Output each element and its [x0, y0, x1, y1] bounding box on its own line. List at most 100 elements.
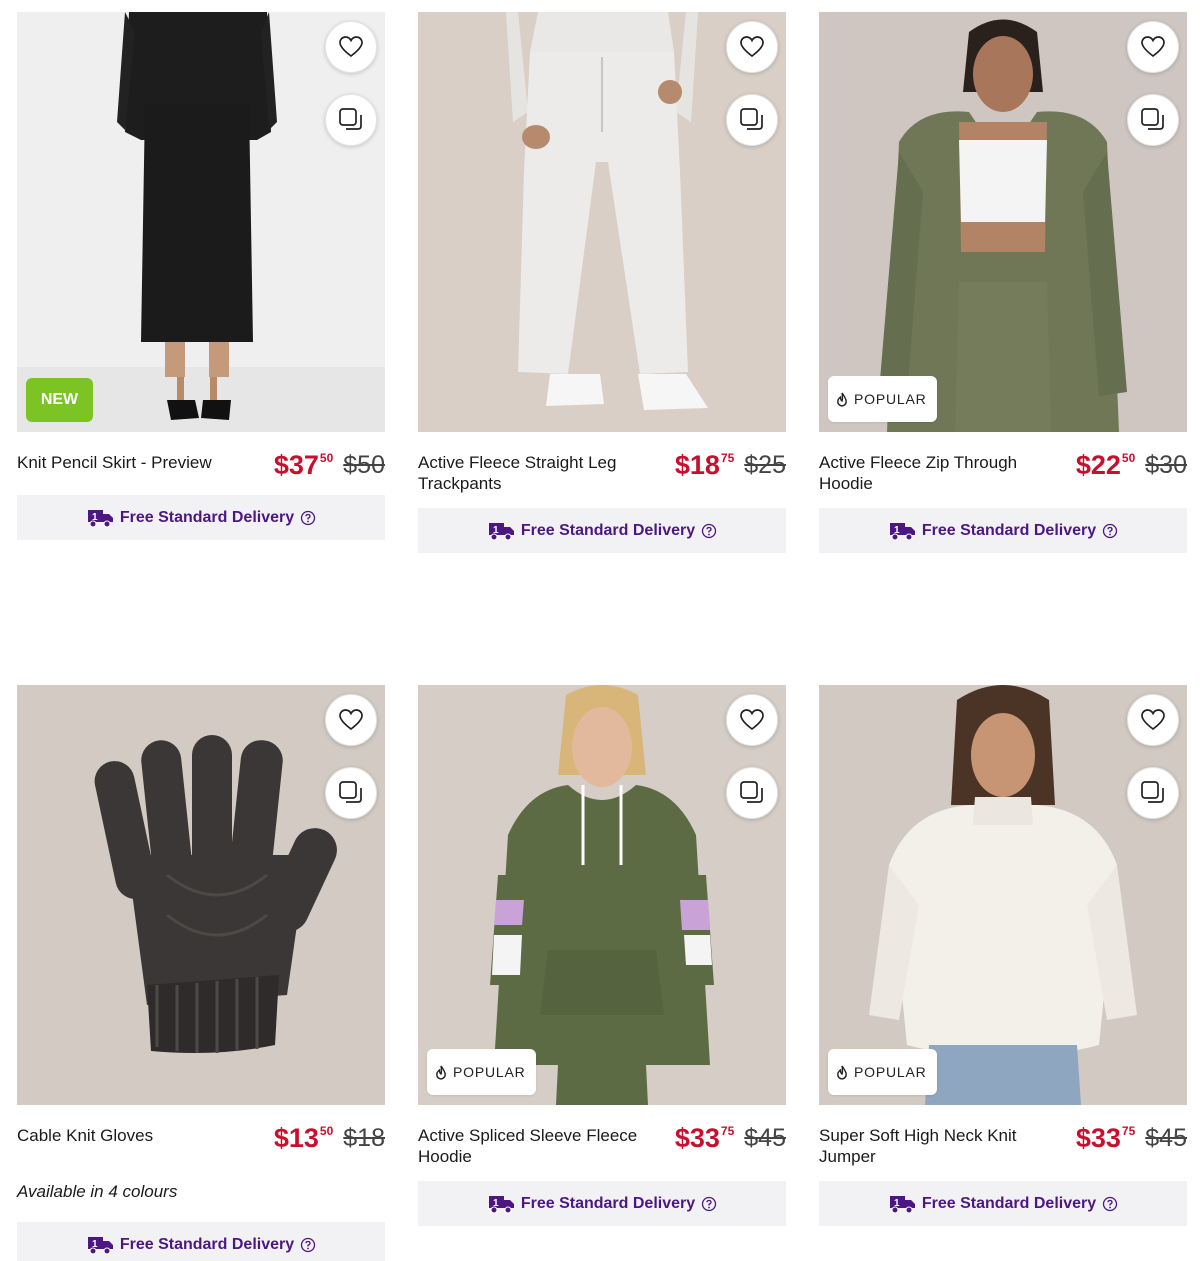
- original-price: $18: [343, 1124, 385, 1152]
- product-photo-jumper: [819, 685, 1187, 1105]
- price-block: $33 75 $45: [675, 1121, 786, 1155]
- delivery-label: Free Standard Delivery: [119, 508, 295, 526]
- product-title[interactable]: Cable Knit Gloves: [17, 1125, 242, 1146]
- question-icon[interactable]: [300, 510, 316, 526]
- popular-badge: POPULAR: [828, 376, 937, 422]
- wishlist-button[interactable]: [726, 694, 778, 746]
- product-image[interactable]: [17, 685, 385, 1105]
- svg-text:1: 1: [92, 1239, 98, 1250]
- product-card[interactable]: POPULAR Active Fleece Zip Through Hoodie…: [819, 12, 1187, 553]
- price-block: $37 50 $50: [274, 448, 385, 482]
- question-icon[interactable]: [1102, 1196, 1118, 1212]
- sale-price-cents: 75: [720, 1124, 735, 1138]
- product-title[interactable]: Active Spliced Sleeve Fleece Hoodie: [418, 1125, 643, 1167]
- compare-icon: [740, 781, 763, 803]
- delivery-truck-icon: 1: [87, 509, 113, 527]
- price-block: $18 75 $25: [675, 448, 786, 482]
- delivery-truck-icon: 1: [87, 1236, 113, 1254]
- svg-text:1: 1: [894, 525, 900, 536]
- sale-price-cents: 75: [720, 451, 735, 465]
- sale-price: $18: [674, 450, 720, 480]
- original-price: $25: [744, 451, 786, 479]
- sale-price-cents: 50: [1121, 451, 1136, 465]
- product-photo-gloves: [17, 685, 385, 1105]
- product-image[interactable]: [418, 12, 786, 432]
- heart-icon: [339, 36, 363, 58]
- question-icon[interactable]: [701, 1196, 717, 1212]
- heart-icon: [1141, 709, 1165, 731]
- product-photo-trackpants: [418, 12, 786, 432]
- colour-availability[interactable]: Available in 4 colours: [17, 1182, 385, 1202]
- original-price: $30: [1145, 451, 1187, 479]
- question-icon[interactable]: [300, 1237, 316, 1253]
- compare-button[interactable]: [1127, 767, 1179, 819]
- product-image[interactable]: POPULAR: [819, 685, 1187, 1105]
- popular-badge-label: POPULAR: [854, 1064, 927, 1080]
- compare-button[interactable]: [726, 94, 778, 146]
- free-delivery-banner[interactable]: 1 Free Standard Delivery: [418, 1181, 786, 1226]
- svg-text:1: 1: [92, 512, 98, 523]
- question-icon[interactable]: [701, 523, 717, 539]
- compare-icon: [339, 781, 362, 803]
- free-delivery-banner[interactable]: 1 Free Standard Delivery: [418, 508, 786, 553]
- heart-icon: [339, 709, 363, 731]
- new-badge: NEW: [26, 378, 93, 422]
- original-price: $45: [744, 1124, 786, 1152]
- product-card[interactable]: Active Fleece Straight Leg Trackpants $1…: [418, 12, 786, 553]
- compare-button[interactable]: [726, 767, 778, 819]
- free-delivery-banner[interactable]: 1 Free Standard Delivery: [17, 495, 385, 540]
- free-delivery-banner[interactable]: 1 Free Standard Delivery: [819, 508, 1187, 553]
- delivery-label: Free Standard Delivery: [921, 521, 1097, 539]
- delivery-label: Free Standard Delivery: [921, 1194, 1097, 1212]
- sale-price-cents: 50: [319, 451, 334, 465]
- product-title[interactable]: Super Soft High Neck Knit Jumper: [819, 1125, 1044, 1167]
- compare-icon: [1141, 108, 1164, 130]
- product-title[interactable]: Active Fleece Zip Through Hoodie: [819, 452, 1044, 494]
- sale-price-cents: 75: [1121, 1124, 1136, 1138]
- compare-icon: [740, 108, 763, 130]
- wishlist-button[interactable]: [1127, 694, 1179, 746]
- wishlist-button[interactable]: [325, 694, 377, 746]
- delivery-truck-icon: 1: [488, 522, 514, 540]
- heart-icon: [1141, 36, 1165, 58]
- wishlist-button[interactable]: [1127, 21, 1179, 73]
- question-icon[interactable]: [1102, 523, 1118, 539]
- sale-price: $33: [674, 1123, 720, 1153]
- free-delivery-banner[interactable]: 1 Free Standard Delivery: [17, 1222, 385, 1261]
- compare-icon: [339, 108, 362, 130]
- product-card[interactable]: POPULAR Super Soft High Neck Knit Jumper…: [819, 685, 1187, 1226]
- compare-button[interactable]: [325, 94, 377, 146]
- product-photo-skirt: [17, 12, 385, 432]
- free-delivery-banner[interactable]: 1 Free Standard Delivery: [819, 1181, 1187, 1226]
- compare-button[interactable]: [1127, 94, 1179, 146]
- popular-badge: POPULAR: [828, 1049, 937, 1095]
- delivery-truck-icon: 1: [889, 1195, 915, 1213]
- product-title[interactable]: Active Fleece Straight Leg Trackpants: [418, 452, 643, 494]
- flame-icon: [837, 392, 847, 407]
- product-image[interactable]: POPULAR: [418, 685, 786, 1105]
- delivery-truck-icon: 1: [488, 1195, 514, 1213]
- flame-icon: [837, 1065, 847, 1080]
- compare-icon: [1141, 781, 1164, 803]
- sale-price: $33: [1075, 1123, 1121, 1153]
- sale-price: $13: [273, 1123, 319, 1153]
- product-photo-zip-hoodie: [819, 12, 1187, 432]
- product-title[interactable]: Knit Pencil Skirt - Preview: [17, 452, 242, 473]
- price-block: $13 50 $18: [274, 1121, 385, 1155]
- heart-icon: [740, 709, 764, 731]
- flame-icon: [436, 1065, 446, 1080]
- product-card[interactable]: POPULAR Active Spliced Sleeve Fleece Hoo…: [418, 685, 786, 1226]
- product-card[interactable]: Cable Knit Gloves $13 50 $18 Available i…: [17, 685, 385, 1261]
- product-card[interactable]: NEW Knit Pencil Skirt - Preview $37 50 $…: [17, 12, 385, 540]
- price-block: $22 50 $30: [1076, 448, 1187, 482]
- wishlist-button[interactable]: [726, 21, 778, 73]
- product-image[interactable]: POPULAR: [819, 12, 1187, 432]
- delivery-label: Free Standard Delivery: [520, 521, 696, 539]
- delivery-label: Free Standard Delivery: [520, 1194, 696, 1212]
- svg-text:1: 1: [493, 1198, 499, 1209]
- product-image[interactable]: NEW: [17, 12, 385, 432]
- delivery-label: Free Standard Delivery: [119, 1235, 295, 1253]
- compare-button[interactable]: [325, 767, 377, 819]
- wishlist-button[interactable]: [325, 21, 377, 73]
- svg-text:1: 1: [493, 525, 499, 536]
